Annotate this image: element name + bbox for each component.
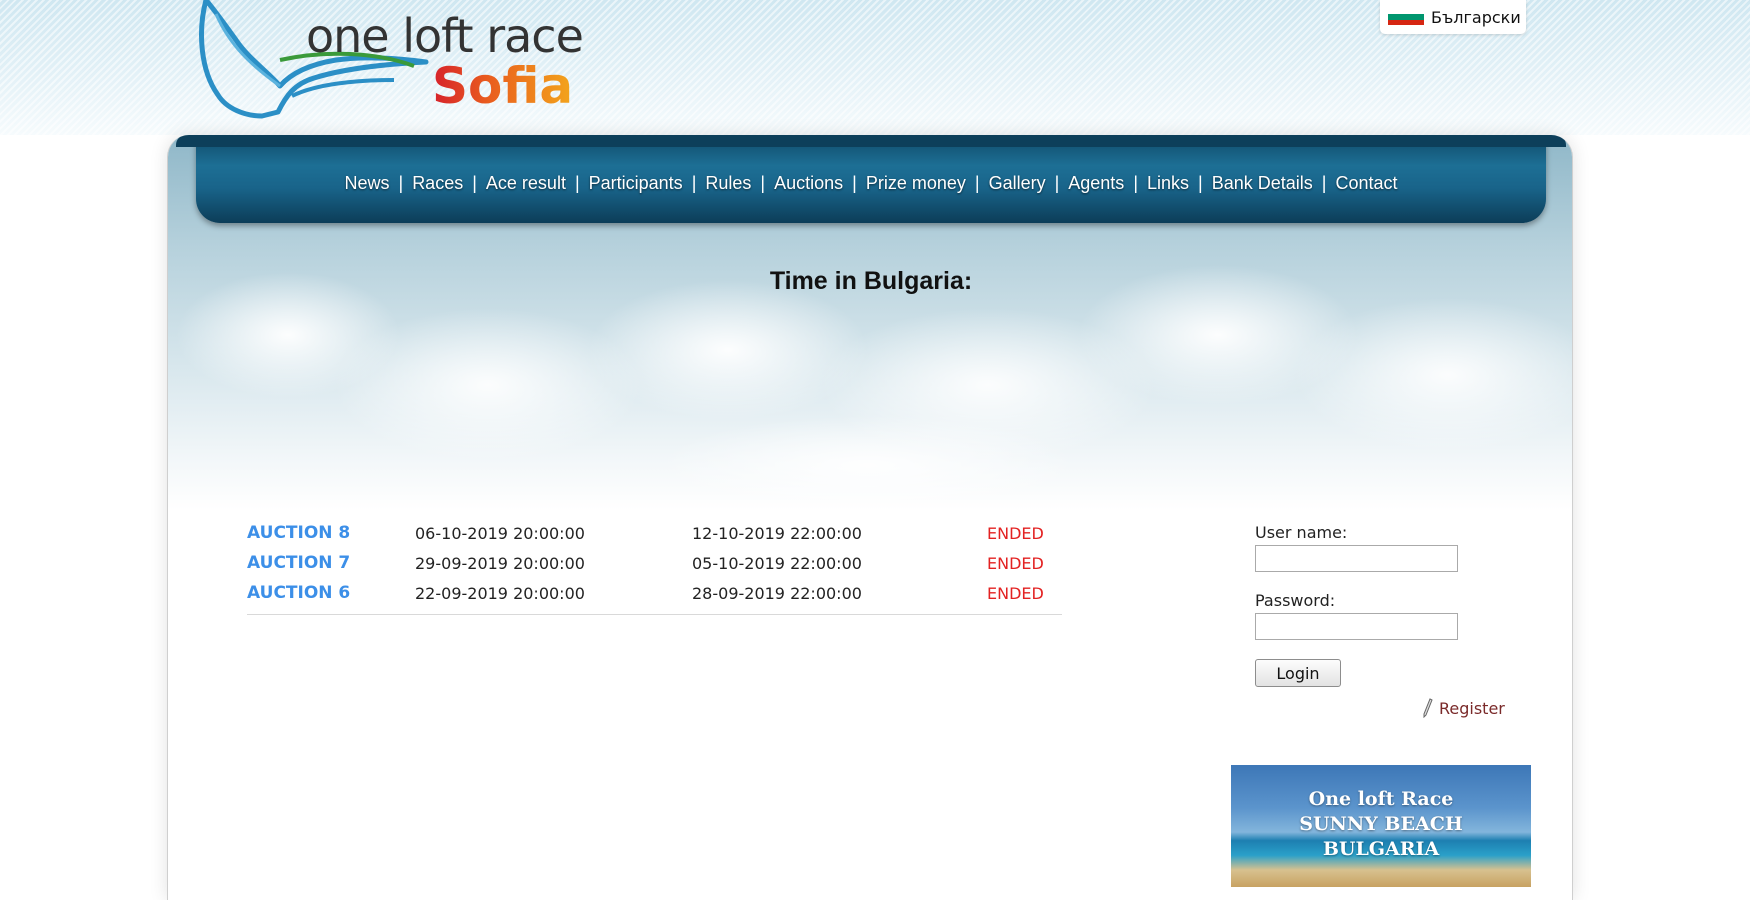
auction-row: AUCTION 6 22-09-2019 20:00:00 28-09-2019… bbox=[247, 578, 1062, 608]
main-nav-bar: News | Races | Ace result | Participants… bbox=[176, 135, 1566, 223]
username-label: User name: bbox=[1255, 523, 1348, 542]
sunny-beach-banner[interactable]: One loft Race SUNNY BEACH BULGARIA bbox=[1231, 765, 1531, 887]
auction-list: AUCTION 8 06-10-2019 20:00:00 12-10-2019… bbox=[247, 518, 1062, 615]
language-switch[interactable]: Български bbox=[1380, 0, 1526, 34]
nav-item-participants[interactable]: Participants bbox=[580, 173, 692, 194]
login-button[interactable]: Login bbox=[1255, 659, 1341, 687]
nav-item-bank-details[interactable]: Bank Details bbox=[1203, 173, 1322, 194]
register-label: Register bbox=[1439, 698, 1505, 718]
password-label: Password: bbox=[1255, 591, 1336, 610]
promo-line-2: SUNNY BEACH bbox=[1299, 813, 1463, 835]
nav-item-ace-result[interactable]: Ace result bbox=[477, 173, 575, 194]
auction-link[interactable]: AUCTION 7 bbox=[247, 553, 415, 573]
auction-start-date: 29-09-2019 20:00:00 bbox=[415, 553, 585, 573]
auction-link[interactable]: AUCTION 6 bbox=[247, 583, 415, 603]
login-form: User name: Password: Login bbox=[1255, 523, 1515, 687]
auction-row: AUCTION 7 29-09-2019 20:00:00 05-10-2019… bbox=[247, 548, 1062, 578]
auction-status: ENDED bbox=[987, 583, 1044, 603]
time-in-bulgaria-title: Time in Bulgaria: bbox=[769, 267, 973, 295]
nav-item-gallery[interactable]: Gallery bbox=[980, 173, 1055, 194]
nav-item-rules[interactable]: Rules bbox=[696, 173, 760, 194]
promo-line-3: BULGARIA bbox=[1322, 838, 1440, 860]
auction-end-date: 28-09-2019 22:00:00 bbox=[692, 583, 862, 603]
bulgaria-flag-icon bbox=[1388, 9, 1424, 25]
register-link[interactable]: Register bbox=[1423, 698, 1505, 718]
nav-item-races[interactable]: Races bbox=[403, 173, 472, 194]
password-input[interactable] bbox=[1255, 613, 1458, 640]
auction-link[interactable]: AUCTION 8 bbox=[247, 523, 415, 543]
logo-text-sofia[interactable]: Sofia bbox=[432, 56, 573, 116]
nav-item-agents[interactable]: Agents bbox=[1059, 173, 1133, 194]
auction-end-date: 05-10-2019 22:00:00 bbox=[692, 553, 862, 573]
promo-text: One loft Race SUNNY BEACH BULGARIA bbox=[1231, 787, 1531, 862]
auction-status: ENDED bbox=[987, 553, 1044, 573]
nav-item-auctions[interactable]: Auctions bbox=[765, 173, 852, 194]
nav-item-contact[interactable]: Contact bbox=[1326, 173, 1406, 194]
pencil-icon bbox=[1423, 698, 1433, 718]
nav-item-links[interactable]: Links bbox=[1138, 173, 1198, 194]
header-band: one loft race Sofia Български bbox=[0, 0, 1750, 135]
promo-line-1: One loft Race bbox=[1308, 788, 1454, 810]
main-sheet: News | Races | Ace result | Participants… bbox=[167, 135, 1573, 900]
auction-start-date: 22-09-2019 20:00:00 bbox=[415, 583, 585, 603]
nav-item-prize-money[interactable]: Prize money bbox=[857, 173, 975, 194]
auction-status: ENDED bbox=[987, 523, 1044, 543]
auction-row: AUCTION 8 06-10-2019 20:00:00 12-10-2019… bbox=[247, 518, 1062, 548]
username-input[interactable] bbox=[1255, 545, 1458, 572]
auction-end-date: 12-10-2019 22:00:00 bbox=[692, 523, 862, 543]
auction-start-date: 06-10-2019 20:00:00 bbox=[415, 523, 585, 543]
main-nav: News | Races | Ace result | Participants… bbox=[196, 173, 1546, 194]
language-label: Български bbox=[1431, 7, 1521, 27]
nav-item-news[interactable]: News bbox=[335, 173, 398, 194]
